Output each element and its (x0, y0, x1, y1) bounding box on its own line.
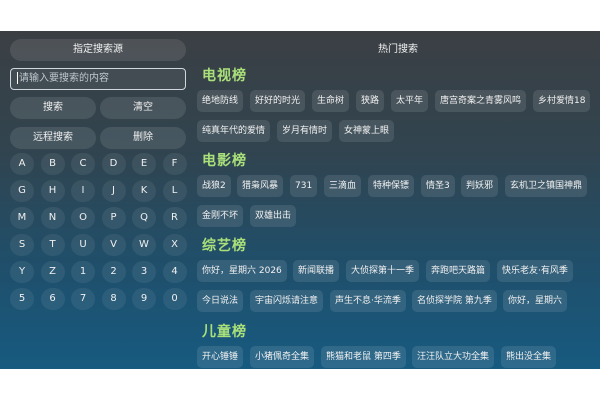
hot-search-tag[interactable]: 三滴血 (324, 175, 362, 197)
hot-search-title: 热门搜索 (378, 44, 418, 55)
delete-button[interactable]: 删除 (100, 127, 186, 149)
hot-search-tag[interactable]: 生命树 (312, 90, 350, 112)
key-a[interactable]: A (10, 153, 34, 175)
key-c[interactable]: C (71, 153, 95, 175)
hot-search-tag[interactable]: 大侦探第十一季 (346, 260, 420, 282)
hot-search-tag[interactable]: 宇宙闪烁请注意 (250, 290, 324, 312)
hot-search-tag[interactable]: 情圣3 (421, 175, 455, 197)
key-t[interactable]: T (40, 234, 65, 256)
hot-search-tag[interactable]: 绝地防线 (197, 90, 244, 112)
key-7[interactable]: 7 (71, 288, 95, 310)
key-q[interactable]: Q (132, 207, 156, 229)
search-button[interactable]: 搜索 (10, 97, 96, 119)
key-f[interactable]: F (162, 153, 187, 175)
key-y[interactable]: Y (10, 261, 34, 283)
search-placeholder: 请输入要搜索的内容 (19, 73, 109, 84)
category-title: 电视榜 (202, 68, 247, 84)
key-r[interactable]: R (162, 207, 187, 229)
hot-search-tag[interactable]: 熊猫和老鼠 第四季 (321, 346, 406, 368)
key-6[interactable]: 6 (40, 288, 65, 310)
key-9[interactable]: 9 (132, 288, 156, 310)
category-title: 儿童榜 (202, 324, 247, 340)
key-v[interactable]: V (101, 234, 126, 256)
hot-search-tag[interactable]: 你好，星期六 (503, 290, 568, 312)
hot-search-tag[interactable]: 猎枭风暴 (237, 175, 284, 197)
left-panel: 指定搜索源 请输入要搜索的内容 搜索 清空 远程搜索 删除 ABCDEF GHIJ… (6, 31, 190, 369)
hot-search-tag[interactable]: 声生不息·华流季 (330, 290, 406, 312)
text-cursor (17, 72, 18, 84)
key-x[interactable]: X (162, 234, 187, 256)
key-l[interactable]: L (162, 180, 187, 202)
key-w[interactable]: W (132, 234, 156, 256)
hot-search-tag[interactable]: 玄机卫之镇国神鼎 (505, 175, 588, 197)
key-u[interactable]: U (71, 234, 95, 256)
hot-search-tag[interactable]: 名侦探学院 第九季 (412, 290, 497, 312)
key-2[interactable]: 2 (101, 261, 126, 283)
key-d[interactable]: D (101, 153, 126, 175)
hot-search-tag[interactable]: 双雄出击 (250, 205, 297, 227)
key-j[interactable]: J (101, 180, 126, 202)
hot-search-tag[interactable]: 唐宫奇案之青雾风鸣 (435, 90, 527, 112)
app-screen: 指定搜索源 请输入要搜索的内容 搜索 清空 远程搜索 删除 ABCDEF GHIJ… (0, 31, 600, 369)
key-5[interactable]: 5 (10, 288, 34, 310)
key-b[interactable]: B (40, 153, 65, 175)
hot-search-tag[interactable]: 你好，星期六 2026 (197, 260, 287, 282)
hot-search-tag[interactable]: 熊出没全集 (501, 346, 557, 368)
key-4[interactable]: 4 (162, 261, 187, 283)
search-source-button[interactable]: 指定搜索源 (10, 39, 186, 61)
hot-search-tag[interactable]: 特种保镖 (368, 175, 415, 197)
key-o[interactable]: O (71, 207, 95, 229)
hot-search-tag[interactable]: 快乐老友·有风季 (497, 260, 573, 282)
hot-search-tag[interactable]: 女神蒙上眼 (339, 120, 395, 142)
key-8[interactable]: 8 (101, 288, 126, 310)
hot-search-tag[interactable]: 太平年 (391, 90, 429, 112)
hot-search-tag[interactable]: 金刚不坏 (197, 205, 244, 227)
key-p[interactable]: P (101, 207, 126, 229)
key-e[interactable]: E (132, 153, 156, 175)
hot-search-tag[interactable]: 开心锤锤 (197, 346, 244, 368)
key-1[interactable]: 1 (71, 261, 95, 283)
hot-search-tag[interactable]: 今日说法 (197, 290, 244, 312)
key-k[interactable]: K (132, 180, 156, 202)
key-h[interactable]: H (40, 180, 65, 202)
hot-search-tag[interactable]: 新闻联播 (293, 260, 340, 282)
hot-search-tag[interactable]: 小猪佩奇全集 (250, 346, 315, 368)
hot-search-tag[interactable]: 731 (290, 175, 318, 197)
hot-search-tag[interactable]: 奔跑吧天路篇 (426, 260, 491, 282)
hot-search-tag[interactable]: 判妖邪 (461, 175, 499, 197)
key-0[interactable]: 0 (162, 288, 187, 310)
key-i[interactable]: I (71, 180, 95, 202)
hot-search-tag[interactable]: 纯真年代的爱情 (197, 120, 271, 142)
hot-search-tag[interactable]: 好好的时光 (250, 90, 306, 112)
hot-search-tag[interactable]: 战狼2 (197, 175, 231, 197)
clear-button[interactable]: 清空 (100, 97, 186, 119)
category-title: 电影榜 (202, 153, 247, 169)
category-title: 综艺榜 (202, 238, 247, 254)
hot-search-tag[interactable]: 狭路 (356, 90, 385, 112)
hot-search-tag[interactable]: 汪汪队立大功全集 (412, 346, 495, 368)
hot-search-tag[interactable]: 乡村爱情18 (533, 90, 591, 112)
hot-search-panel: 热门搜索 电视榜绝地防线 好好的时光 生命树 狭路 太平年 唐宫奇案之青雾风鸣 乡村爱情18… (196, 31, 600, 369)
key-n[interactable]: N (40, 207, 65, 229)
hot-search-tag[interactable]: 岁月有情时 (277, 120, 333, 142)
key-z[interactable]: Z (40, 261, 65, 283)
key-3[interactable]: 3 (132, 261, 156, 283)
key-g[interactable]: G (10, 180, 34, 202)
search-input[interactable]: 请输入要搜索的内容 (10, 68, 186, 90)
remote-search-button[interactable]: 远程搜索 (10, 127, 96, 149)
key-s[interactable]: S (10, 234, 34, 256)
key-m[interactable]: M (10, 207, 34, 229)
